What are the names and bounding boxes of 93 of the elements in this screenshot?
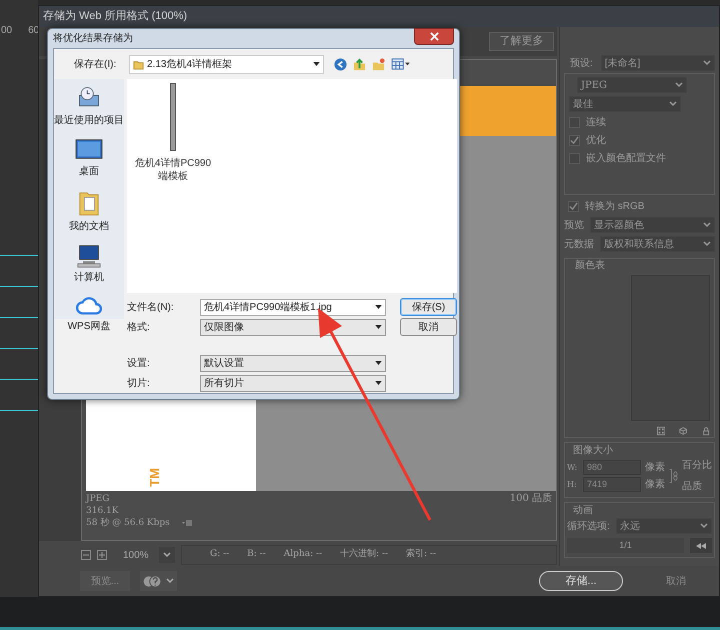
format-dropdown[interactable]: JPEG — [577, 77, 687, 93]
quality-label: 品质 — [682, 480, 703, 494]
dialog-button[interactable]: 取消 — [400, 318, 457, 336]
chevron-icon — [669, 101, 677, 107]
place-item[interactable]: 桌面 — [75, 138, 103, 179]
preset-label: 预设: — [570, 56, 593, 70]
loop-label: 循环选项: — [567, 520, 610, 534]
chevron-icon — [703, 241, 711, 247]
zoom-dropdown-button[interactable] — [159, 547, 175, 563]
group-title: 颜色表 — [575, 258, 606, 273]
percent-label: 百分比 — [682, 458, 712, 473]
readout-text: Alpha: -- — [284, 548, 322, 562]
size-text: 316.1K — [86, 505, 120, 517]
up-folder-icon — [353, 58, 366, 70]
dropdown-arrow-icon — [375, 381, 382, 385]
zoom-in-icon — [97, 550, 107, 560]
back-icon — [334, 58, 347, 70]
zoom-out-icon — [81, 550, 91, 560]
browser-button[interactable] — [140, 571, 177, 592]
chevron-icon — [675, 82, 683, 88]
format-text: JPEG — [86, 493, 110, 505]
readout-text: 索引: -- — [406, 548, 436, 562]
file-thumbnail — [170, 83, 176, 151]
folder-icon — [133, 58, 144, 70]
dropdown-arrow-icon — [375, 361, 382, 365]
save-button[interactable]: 存储... — [539, 571, 623, 592]
view-menu-icon — [391, 58, 410, 70]
checkbox-label: 嵌入颜色配置文件 — [586, 152, 666, 166]
place-item[interactable]: 计算机 — [74, 244, 104, 285]
checkbox-label: 连续 — [586, 116, 606, 130]
unit-label: 像素 — [645, 460, 665, 475]
frame-counter: 1/1 — [567, 538, 684, 553]
lock-icon — [702, 426, 710, 436]
dropdown[interactable]: 默认设置 — [200, 354, 386, 372]
checkbox-label: 优化 — [586, 134, 606, 148]
setting-label: 元数据 — [564, 238, 594, 252]
field-label: 文件名(N): — [127, 300, 175, 314]
checkbox[interactable] — [569, 135, 580, 146]
chevron-icon — [166, 578, 174, 584]
checkbox-label: 转换为 sRGB — [585, 200, 644, 214]
field-label: 设置: — [127, 356, 151, 370]
location-dropdown[interactable]: 2.13危机4详情框架 — [129, 54, 324, 74]
download-time-text: 58 秒 @ 56.6 Kbps — [86, 517, 170, 529]
dimension-label: H: — [567, 478, 578, 490]
desktop-icon — [75, 138, 103, 162]
zoom-level-text: 100% — [123, 548, 150, 562]
new-folder-icon — [372, 58, 385, 70]
dropdown-arrow-icon — [313, 62, 320, 66]
field-label: 切片: — [127, 376, 151, 390]
loop-dropdown[interactable]: 永远 — [616, 518, 712, 534]
unit-label: 像素 — [645, 478, 665, 492]
cloud-icon — [75, 295, 103, 317]
chevron-icon — [700, 523, 708, 529]
browser-icon — [143, 574, 162, 588]
field-label: 格式: — [127, 320, 151, 334]
close-button[interactable] — [414, 28, 454, 45]
chevron-icon — [703, 222, 711, 228]
group-title: 动画 — [573, 504, 594, 518]
quality-text: 100 品质 — [510, 493, 552, 506]
setting-dropdown[interactable]: 版权和联系信息 — [600, 236, 715, 252]
group-title: 图像大小 — [573, 444, 614, 458]
checkbox[interactable] — [568, 201, 579, 212]
dimension-label: W: — [567, 462, 578, 474]
close-icon — [430, 32, 438, 41]
window-title: 存储为 Web 所用格式 (100%) — [39, 6, 719, 27]
mark-text: TM — [148, 468, 161, 487]
dropdown-arrow-icon — [375, 325, 382, 329]
first-frame-button[interactable] — [690, 538, 712, 553]
dropdown-arrow-icon — [375, 305, 382, 309]
file-item[interactable]: 危机4详情PC990端模板 — [133, 83, 213, 183]
chevron-icon — [163, 552, 171, 558]
chevron-icon — [703, 60, 711, 66]
location-label: 保存在(I): — [73, 58, 118, 72]
dialog-title: 将优化结果存储为 — [53, 32, 133, 46]
place-item[interactable]: 我的文档 — [69, 189, 109, 234]
dialog-button[interactable]: 保存(S) — [400, 298, 457, 316]
place-item[interactable]: WPS网盘 — [68, 295, 110, 334]
readout-text: B: -- — [247, 548, 266, 562]
dropdown[interactable]: 所有切片 — [200, 374, 386, 392]
readout-text: 十六进制: -- — [340, 548, 388, 562]
ruler-label: 00 — [1, 26, 12, 38]
grid-icon — [657, 426, 666, 436]
quality-dropdown[interactable]: 最佳 — [569, 96, 681, 112]
setting-dropdown[interactable]: 显示器颜色 — [590, 217, 715, 233]
rewind-icon — [695, 542, 707, 548]
preset-dropdown[interactable]: [未命名] — [600, 55, 715, 71]
readout-text: G: -- — [210, 548, 230, 562]
dropdown[interactable]: 仅限图像 — [200, 318, 386, 336]
setting-label: 预览 — [564, 218, 584, 232]
menu-icon — [182, 520, 192, 526]
computer-icon — [76, 244, 102, 268]
cube-icon — [679, 426, 688, 436]
place-item[interactable]: 最近使用的项目 — [54, 85, 124, 128]
